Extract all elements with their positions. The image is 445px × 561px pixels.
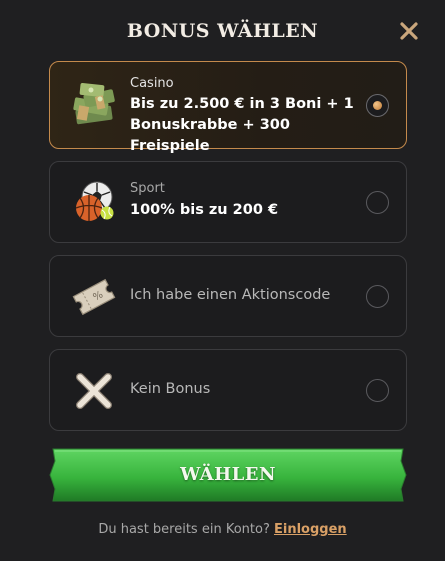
money-stack-icon bbox=[70, 82, 118, 130]
option-promo-code[interactable]: % Ich habe einen Aktionscode bbox=[49, 255, 407, 337]
option-description: 100% bis zu 200 € bbox=[130, 202, 279, 218]
dialog-title: BONUS WÄHLEN bbox=[126, 20, 319, 42]
radio-button[interactable] bbox=[366, 379, 389, 402]
choose-button[interactable]: WÄHLEN bbox=[49, 447, 407, 503]
cross-icon bbox=[70, 367, 118, 415]
login-link[interactable]: Einloggen bbox=[274, 522, 347, 537]
option-description: Bis zu 2.500 € in 3 Boni + 1 Bonuskrabbe… bbox=[130, 96, 354, 154]
radio-button[interactable] bbox=[366, 285, 389, 308]
sports-balls-icon bbox=[70, 179, 118, 227]
option-no-bonus[interactable]: Kein Bonus bbox=[49, 349, 407, 431]
option-description: Ich habe einen Aktionscode bbox=[130, 287, 331, 303]
radio-button-selected[interactable] bbox=[366, 94, 389, 117]
option-casino[interactable]: Casino Bis zu 2.500 € in 3 Boni + 1 Bonu… bbox=[49, 61, 407, 154]
option-category: Sport bbox=[130, 181, 165, 196]
ticket-icon: % bbox=[70, 273, 118, 321]
close-icon[interactable] bbox=[398, 20, 420, 42]
login-prompt: Du hast bereits ein Konto? Einloggen bbox=[0, 522, 445, 537]
radio-button[interactable] bbox=[366, 191, 389, 214]
choose-button-label: WÄHLEN bbox=[180, 464, 276, 485]
option-category: Casino bbox=[130, 76, 174, 91]
option-sport[interactable]: Sport 100% bis zu 200 € bbox=[49, 161, 407, 243]
login-prompt-text: Du hast bereits ein Konto? bbox=[98, 522, 270, 537]
option-description: Kein Bonus bbox=[130, 381, 211, 397]
